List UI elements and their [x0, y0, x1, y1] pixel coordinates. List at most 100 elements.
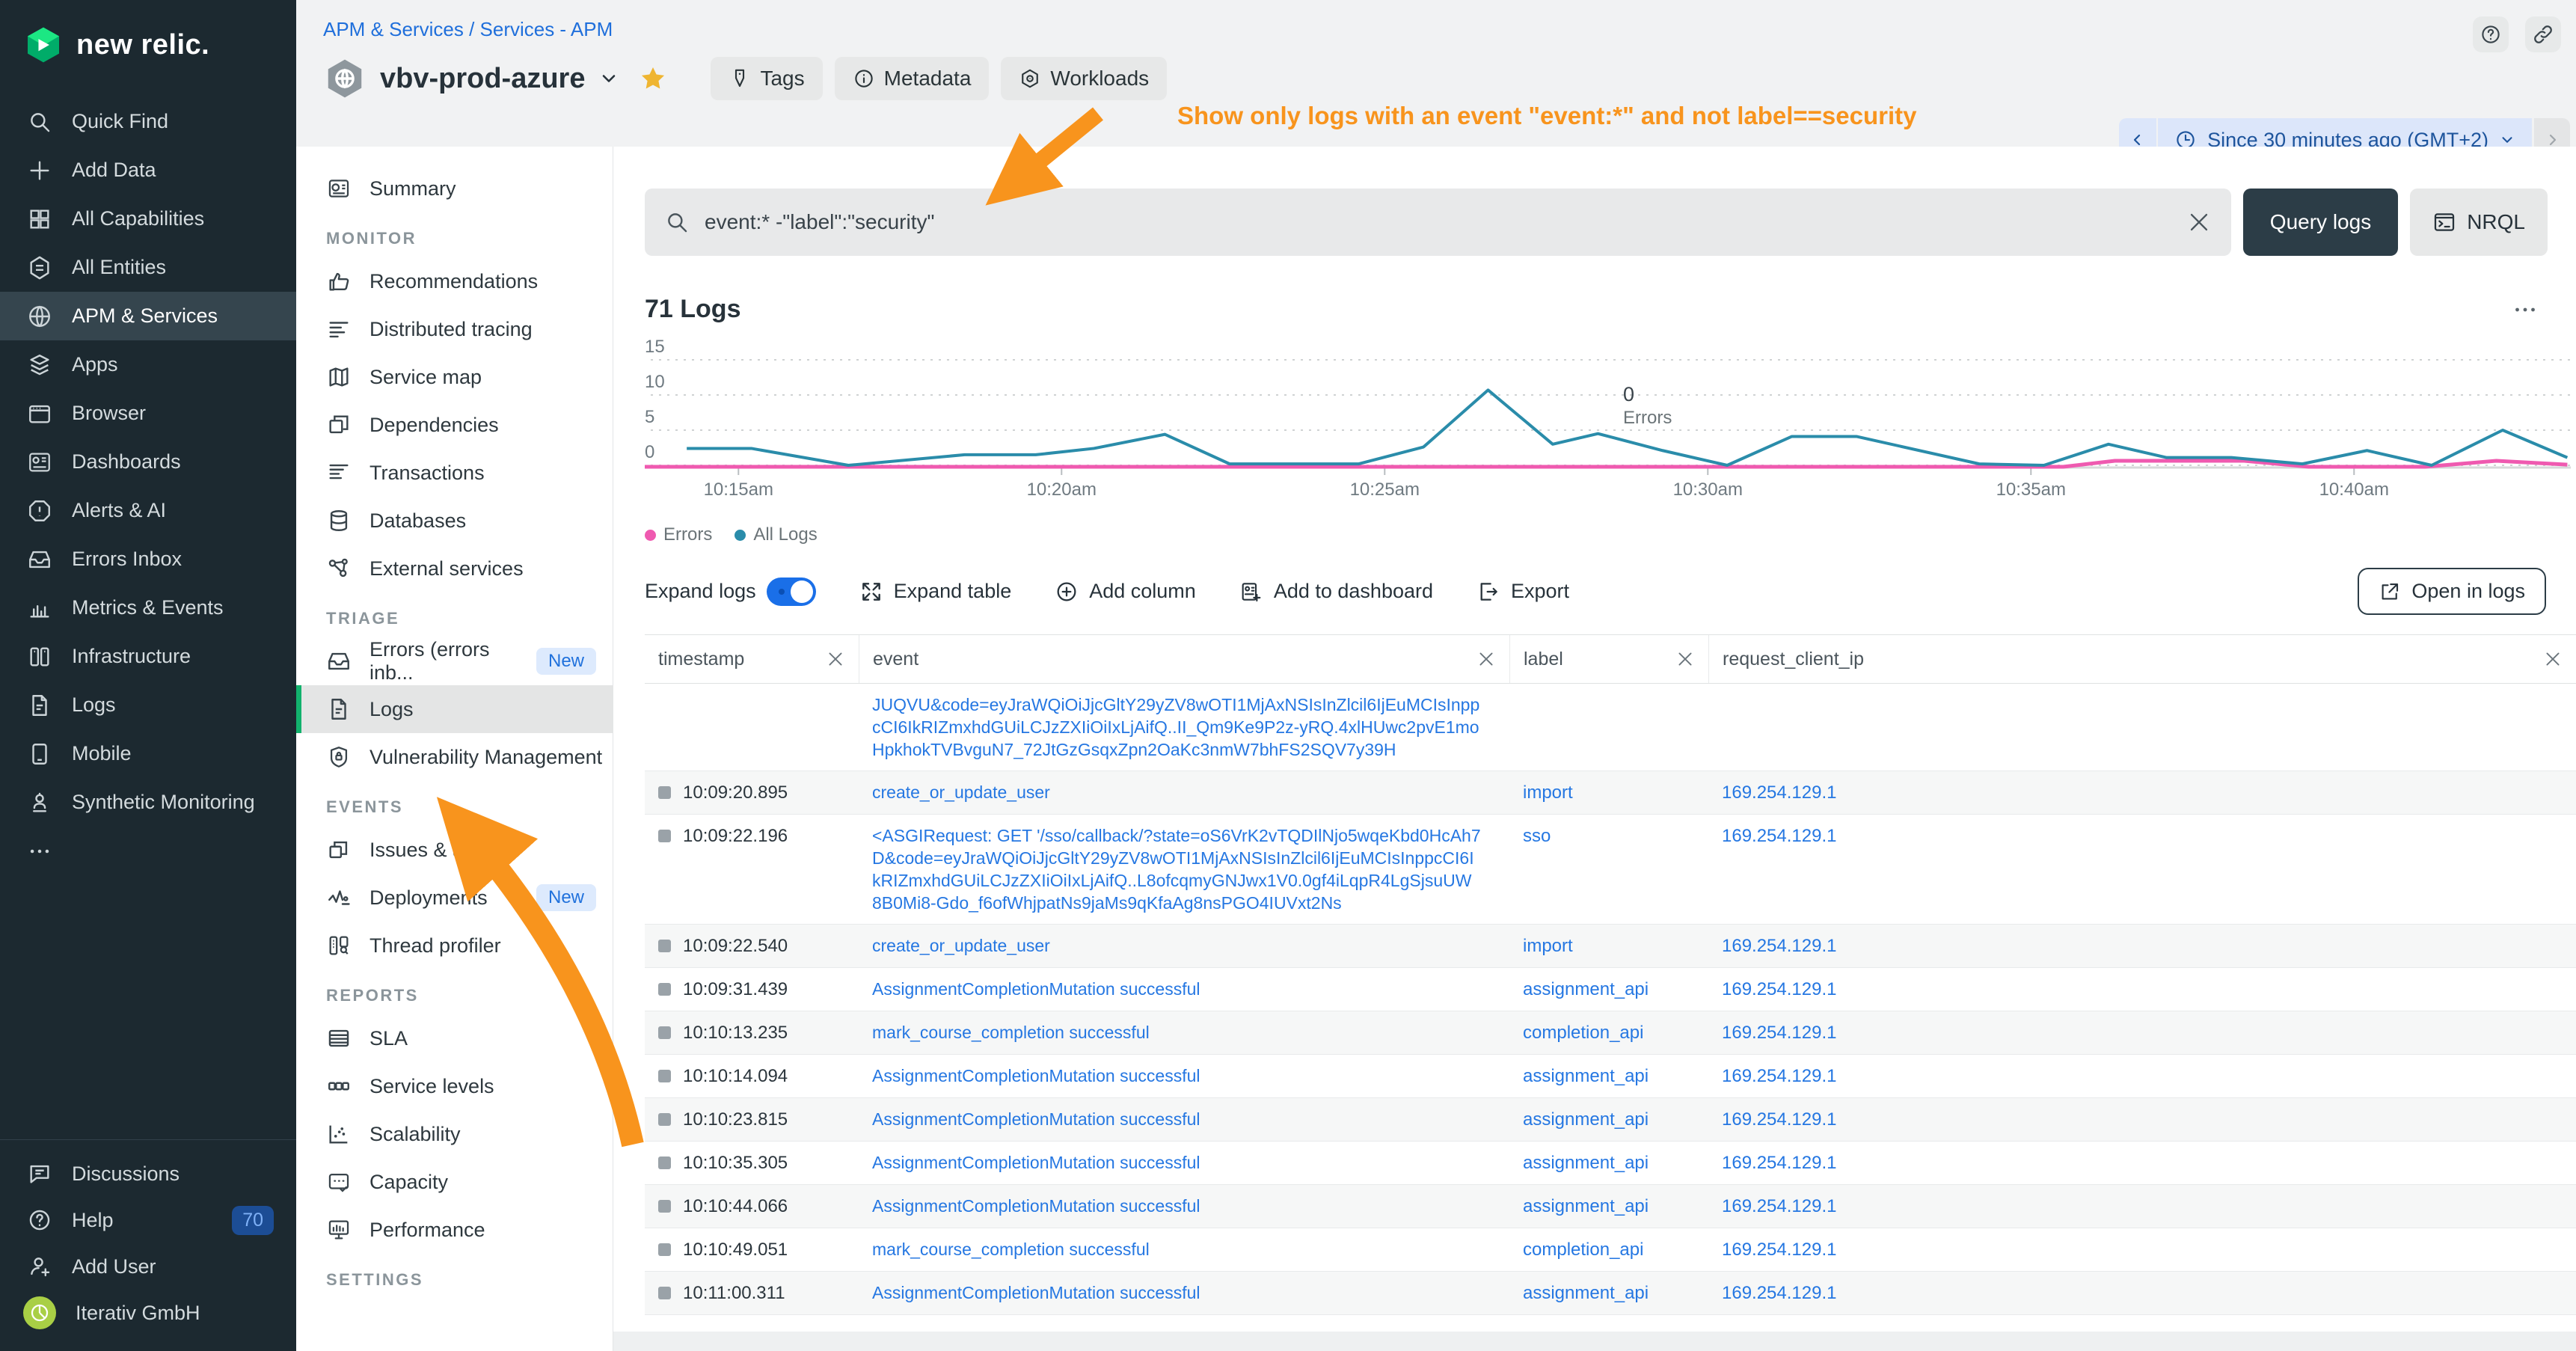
- sidenav-item-service-map[interactable]: Service map: [296, 353, 613, 401]
- legend-item-errors[interactable]: Errors: [645, 524, 712, 545]
- tab-tags[interactable]: Tags: [711, 57, 822, 100]
- favorite-star-icon[interactable]: [639, 64, 667, 93]
- sidebar-item-all-capabilities[interactable]: All Capabilities: [0, 194, 296, 243]
- sidenav-item-issues-activity[interactable]: Issues & activity: [296, 826, 613, 874]
- sidenav-item-thread-profiler[interactable]: Thread profiler: [296, 922, 613, 969]
- table-row[interactable]: 10:10:44.066AssignmentCompletionMutation…: [645, 1185, 2576, 1228]
- sidebar-item-metrics-events[interactable]: Metrics & Events: [0, 583, 296, 632]
- sidenav-item-vulnerability-management[interactable]: Vulnerability Management: [296, 733, 613, 781]
- table-row[interactable]: 10:09:20.895create_or_update_userimport1…: [645, 771, 2576, 815]
- remove-column-icon[interactable]: [1675, 649, 1695, 669]
- sidebar-item-apps[interactable]: Apps: [0, 340, 296, 389]
- sidebar-item-dashboards[interactable]: Dashboards: [0, 438, 296, 486]
- sidebar-item-add-data[interactable]: Add Data: [0, 146, 296, 194]
- copy-link-button[interactable]: [2525, 16, 2561, 52]
- sidebar-item-all-entities[interactable]: All Entities: [0, 243, 296, 292]
- ip-link[interactable]: 169.254.129.1: [1722, 826, 1836, 846]
- event-link[interactable]: AssignmentCompletionMutation successful: [872, 979, 1200, 999]
- label-link[interactable]: assignment_api: [1523, 1196, 1649, 1216]
- event-link[interactable]: JUQVU&code=eyJraWQiOiJjcGltY29yZV8wOTI1M…: [872, 695, 1479, 759]
- sidebar-item-apm-services[interactable]: APM & Services: [0, 292, 296, 340]
- sidenav-item-distributed-tracing[interactable]: Distributed tracing: [296, 305, 613, 353]
- label-link[interactable]: completion_api: [1523, 1240, 1643, 1260]
- clear-query-icon[interactable]: [2186, 209, 2212, 235]
- event-link[interactable]: AssignmentCompletionMutation successful: [872, 1196, 1200, 1216]
- expand-logs-toggle[interactable]: [767, 578, 816, 606]
- query-logs-button[interactable]: Query logs: [2243, 189, 2398, 256]
- ip-link[interactable]: 169.254.129.1: [1722, 782, 1836, 803]
- log-query-value[interactable]: event:* -"label":"security": [705, 210, 2171, 234]
- sidebar-item-help[interactable]: Help70: [0, 1197, 296, 1243]
- expand-table-button[interactable]: Expand table: [859, 580, 1012, 604]
- ip-link[interactable]: 169.254.129.1: [1722, 936, 1836, 956]
- log-query-input[interactable]: event:* -"label":"security": [645, 189, 2231, 256]
- sidebar-item-alerts-ai[interactable]: Alerts & AI: [0, 486, 296, 535]
- table-row[interactable]: 10:10:49.051mark_course_completion succe…: [645, 1228, 2576, 1272]
- add-to-dashboard-button[interactable]: Add to dashboard: [1239, 580, 1433, 604]
- event-link[interactable]: create_or_update_user: [872, 936, 1050, 955]
- label-link[interactable]: assignment_api: [1523, 1066, 1649, 1086]
- sidebar-item-add-user[interactable]: Add User: [0, 1243, 296, 1290]
- sidenav-item-deployments[interactable]: DeploymentsNew: [296, 874, 613, 922]
- sidebar-item-item[interactable]: [0, 827, 296, 875]
- tab-metadata[interactable]: Metadata: [835, 57, 990, 100]
- tab-workloads[interactable]: Workloads: [1001, 57, 1167, 100]
- table-row[interactable]: 10:11:00.311AssignmentCompletionMutation…: [645, 1272, 2576, 1315]
- sidenav-item-scalability[interactable]: Scalability: [296, 1110, 613, 1158]
- new-relic-logo[interactable]: new relic.: [0, 0, 296, 66]
- ip-link[interactable]: 169.254.129.1: [1722, 1240, 1836, 1260]
- event-link[interactable]: mark_course_completion successful: [872, 1240, 1150, 1259]
- sidenav-item-logs[interactable]: Logs: [296, 685, 613, 733]
- chevron-down-icon[interactable]: [598, 68, 619, 89]
- sidenav-item-transactions[interactable]: Transactions: [296, 449, 613, 497]
- help-button[interactable]: [2473, 16, 2509, 52]
- open-in-logs-button[interactable]: Open in logs: [2358, 568, 2546, 615]
- ip-link[interactable]: 169.254.129.1: [1722, 979, 1836, 999]
- sidebar-item-discussions[interactable]: Discussions: [0, 1151, 296, 1197]
- event-link[interactable]: AssignmentCompletionMutation successful: [872, 1153, 1200, 1172]
- sidenav-item-capacity[interactable]: Capacity: [296, 1158, 613, 1206]
- label-link[interactable]: assignment_api: [1523, 1283, 1649, 1303]
- sidenav-item-sla[interactable]: SLA: [296, 1014, 613, 1062]
- sidenav-item-errors-errors-inb[interactable]: Errors (errors inb...New: [296, 637, 613, 685]
- sidebar-item-logs[interactable]: Logs: [0, 681, 296, 729]
- label-link[interactable]: completion_api: [1523, 1023, 1643, 1043]
- table-row[interactable]: 10:09:31.439AssignmentCompletionMutation…: [645, 968, 2576, 1011]
- sidenav-item-dependencies[interactable]: Dependencies: [296, 401, 613, 449]
- nrql-button[interactable]: NRQL: [2410, 189, 2548, 256]
- event-link[interactable]: AssignmentCompletionMutation successful: [872, 1283, 1200, 1302]
- event-link[interactable]: create_or_update_user: [872, 782, 1050, 802]
- remove-column-icon[interactable]: [826, 649, 845, 669]
- label-link[interactable]: assignment_api: [1523, 1109, 1649, 1130]
- sidebar-item-infrastructure[interactable]: Infrastructure: [0, 632, 296, 681]
- label-link[interactable]: import: [1523, 936, 1573, 956]
- label-link[interactable]: import: [1523, 782, 1573, 803]
- more-options-icon[interactable]: [2512, 296, 2539, 323]
- add-column-button[interactable]: Add column: [1055, 580, 1196, 604]
- table-row[interactable]: 10:10:23.815AssignmentCompletionMutation…: [645, 1098, 2576, 1142]
- ip-link[interactable]: 169.254.129.1: [1722, 1283, 1836, 1303]
- label-link[interactable]: sso: [1523, 826, 1551, 846]
- table-row[interactable]: 10:10:35.305AssignmentCompletionMutation…: [645, 1142, 2576, 1185]
- sidenav-item-databases[interactable]: Databases: [296, 497, 613, 545]
- sidebar-item-errors-inbox[interactable]: Errors Inbox: [0, 535, 296, 583]
- sidenav-item-performance[interactable]: Performance: [296, 1206, 613, 1254]
- sidebar-item-mobile[interactable]: Mobile: [0, 729, 296, 778]
- sidebar-item-iterativ-gmbh[interactable]: Iterativ GmbH: [0, 1290, 296, 1336]
- legend-item-all-logs[interactable]: All Logs: [735, 524, 817, 545]
- table-row[interactable]: 10:10:13.235mark_course_completion succe…: [645, 1011, 2576, 1055]
- sidebar-item-quick-find[interactable]: Quick Find: [0, 97, 296, 146]
- event-link[interactable]: AssignmentCompletionMutation successful: [872, 1066, 1200, 1085]
- breadcrumb-apm-services[interactable]: APM & Services: [323, 18, 464, 40]
- entity-name[interactable]: vbv-prod-azure: [380, 63, 585, 95]
- ip-link[interactable]: 169.254.129.1: [1722, 1023, 1836, 1043]
- export-button[interactable]: Export: [1476, 580, 1569, 604]
- breadcrumb-services-apm[interactable]: Services - APM: [480, 18, 613, 40]
- sidenav-item-summary[interactable]: Summary: [296, 165, 613, 212]
- ip-link[interactable]: 169.254.129.1: [1722, 1153, 1836, 1173]
- sidebar-item-browser[interactable]: Browser: [0, 389, 296, 438]
- table-row[interactable]: 10:09:22.540create_or_update_userimport1…: [645, 925, 2576, 968]
- ip-link[interactable]: 169.254.129.1: [1722, 1109, 1836, 1130]
- table-row[interactable]: 10:09:22.196<ASGIRequest: GET '/sso/call…: [645, 815, 2576, 925]
- label-link[interactable]: assignment_api: [1523, 1153, 1649, 1173]
